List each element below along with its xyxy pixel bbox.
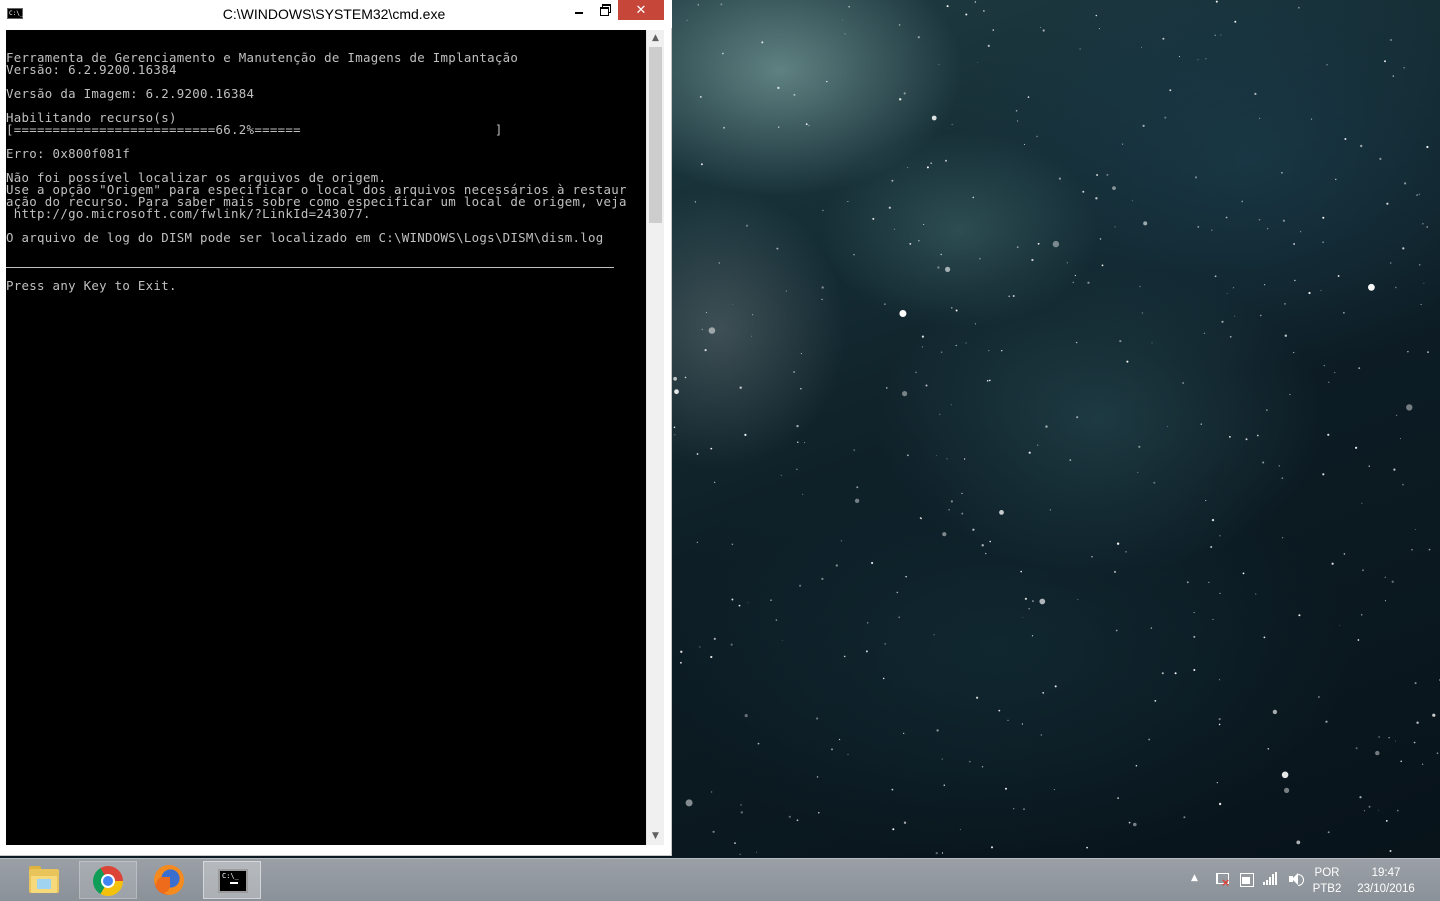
firefox-icon [154, 865, 184, 895]
battery-icon[interactable] [1238, 871, 1254, 887]
taskbar-file-explorer[interactable] [16, 861, 74, 899]
close-icon: ✕ [635, 3, 647, 18]
clock-date: 23/10/2016 [1357, 883, 1415, 895]
taskbar: C:\_ ▲ × POR PTB2 19:47 23/10/2016 [0, 858, 1440, 901]
keyboard-layout: PTB2 [1312, 883, 1342, 895]
restore-button[interactable] [592, 0, 618, 20]
taskbar-command-prompt[interactable]: C:\_ [203, 861, 261, 899]
system-clock[interactable]: 19:47 23/10/2016 [1352, 865, 1420, 897]
scroll-down-arrow-icon[interactable]: ▼ [647, 828, 664, 845]
cmd-window[interactable]: C:\_ C:\WINDOWS\SYSTEM32\cmd.exe ✕ Ferra… [0, 0, 672, 856]
cmd-icon: C:\_ [218, 869, 248, 893]
network-signal-icon[interactable] [1262, 871, 1278, 887]
folder-icon [29, 865, 59, 895]
vertical-scrollbar[interactable]: ▲ ▼ [646, 30, 664, 845]
close-button[interactable]: ✕ [618, 0, 664, 20]
console-text: Ferramenta de Gerenciamento e Manutenção… [6, 51, 627, 293]
scroll-up-arrow-icon[interactable]: ▲ [647, 30, 664, 47]
input-language-indicator[interactable]: POR PTB2 [1310, 865, 1344, 897]
console-line: Versão da Imagem: 6.2.9200.16384 [6, 86, 255, 101]
taskbar-firefox[interactable] [141, 861, 199, 899]
clock-time: 19:47 [1371, 867, 1401, 879]
volume-icon[interactable] [1287, 871, 1304, 887]
minimize-button[interactable] [566, 0, 592, 20]
console-separator [6, 267, 614, 268]
console-line: O arquivo de log do DISM pode ser locali… [6, 230, 604, 245]
scroll-thumb[interactable] [649, 47, 662, 223]
console-line: http://go.microsoft.com/fwlink/?LinkId=2… [6, 206, 371, 221]
console-line: Erro: 0x800f081f [6, 146, 131, 161]
taskbar-chrome[interactable] [79, 861, 137, 899]
language-code: POR [1314, 867, 1340, 879]
console-line: [==========================66.2%====== ] [6, 122, 503, 137]
console-output[interactable]: Ferramenta de Gerenciamento e Manutenção… [6, 30, 646, 845]
chrome-icon [93, 866, 123, 896]
console-line: Versão: 6.2.9200.16384 [6, 62, 177, 77]
title-bar[interactable]: C:\_ C:\WINDOWS\SYSTEM32\cmd.exe ✕ [0, 0, 672, 28]
console-line: Press any Key to Exit. [6, 278, 177, 293]
show-hidden-icons-chevron-icon[interactable]: ▲ [1191, 873, 1198, 883]
action-center-flag-icon[interactable]: × [1213, 871, 1230, 888]
